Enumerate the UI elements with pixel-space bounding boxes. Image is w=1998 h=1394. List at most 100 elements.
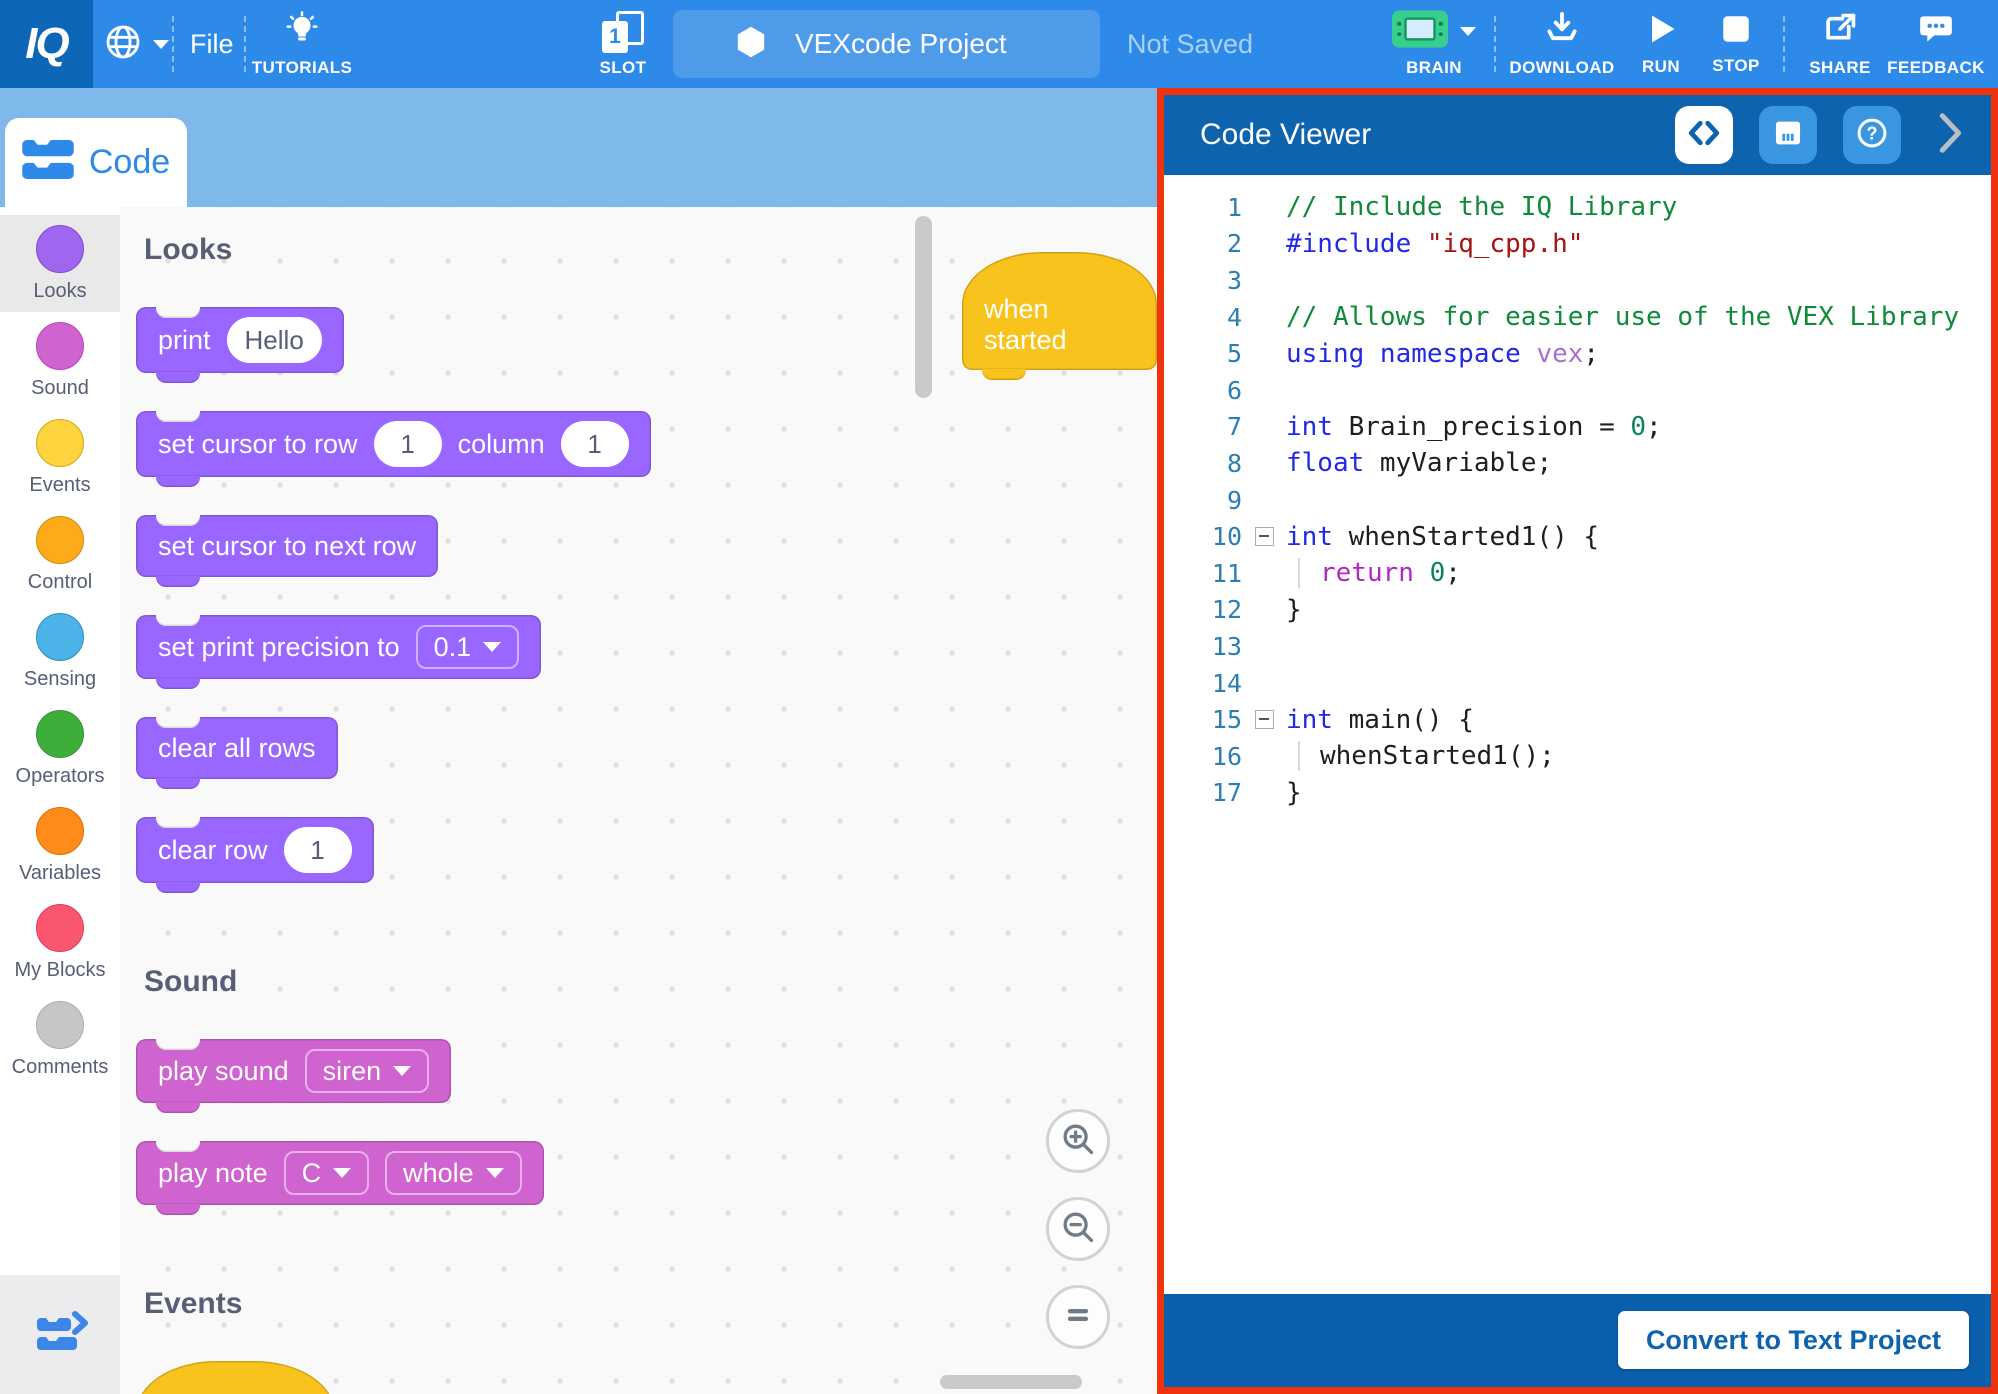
svg-text:?: ? bbox=[1867, 123, 1878, 143]
palette-block-set-cursor-to-row[interactable]: set cursor to row1column1 bbox=[136, 411, 651, 477]
download-icon bbox=[1543, 10, 1581, 53]
sidebar-item-label: Control bbox=[28, 571, 92, 594]
palette-block-when-started[interactable]: when started bbox=[136, 1361, 335, 1394]
indent-guide bbox=[1298, 558, 1300, 588]
comments-category-icon bbox=[36, 1001, 84, 1049]
slot-icon: 1 bbox=[602, 11, 644, 53]
download-button[interactable]: DOWNLOAD bbox=[1506, 0, 1618, 88]
block-dropdown[interactable]: siren bbox=[305, 1049, 430, 1093]
fold-icon[interactable] bbox=[1255, 527, 1274, 546]
caret-down-icon bbox=[483, 642, 501, 652]
stop-icon bbox=[1719, 12, 1753, 51]
block-label: clear all rows bbox=[158, 733, 316, 764]
caret-down-icon bbox=[393, 1066, 411, 1076]
share-button[interactable]: SHARE bbox=[1802, 0, 1878, 88]
code-line: 3 bbox=[1164, 262, 1991, 299]
stop-button[interactable]: STOP bbox=[1702, 0, 1770, 88]
device-icon bbox=[1771, 116, 1805, 155]
brain-selector[interactable]: BRAIN bbox=[1378, 0, 1490, 88]
help-button[interactable]: ? bbox=[1843, 106, 1901, 164]
sidebar-item-label: Looks bbox=[33, 280, 86, 303]
line-number: 6 bbox=[1164, 376, 1242, 405]
block-label: print bbox=[158, 325, 211, 356]
sidebar-item-label: Operators bbox=[16, 765, 105, 788]
block-label: play sound bbox=[158, 1056, 289, 1087]
category-sidebar: Looks Sound Events Control Sensing Operators V… bbox=[0, 207, 120, 1394]
code-line: 11return 0; bbox=[1164, 555, 1991, 592]
palette-block-play-note[interactable]: play noteCwhole bbox=[136, 1141, 544, 1205]
device-code-button[interactable] bbox=[1759, 106, 1817, 164]
code-line: 6 bbox=[1164, 372, 1991, 409]
block-input-oval[interactable]: Hello bbox=[227, 317, 322, 363]
code-line: 2#include "iq_cpp.h" bbox=[1164, 226, 1991, 263]
line-number: 17 bbox=[1164, 778, 1242, 807]
sidebar-item-sensing[interactable]: Sensing bbox=[0, 603, 120, 700]
vexcode-app: IQ File TU bbox=[0, 0, 1998, 1394]
palette-scrollbar[interactable] bbox=[915, 216, 932, 398]
save-status: Not Saved bbox=[1127, 0, 1253, 88]
canvas-when-started-block[interactable]: when started bbox=[962, 252, 1157, 370]
code-line: 5using namespace vex; bbox=[1164, 335, 1991, 372]
code-line: 4// Allows for easier use of the VEX Lib… bbox=[1164, 299, 1991, 336]
block-dropdown[interactable]: whole bbox=[385, 1151, 522, 1195]
palette-toggle-button[interactable] bbox=[0, 1275, 120, 1394]
sidebar-item-control[interactable]: Control bbox=[0, 506, 120, 603]
code-line: 17} bbox=[1164, 775, 1991, 812]
file-menu[interactable]: File bbox=[190, 0, 234, 88]
blocks-icon bbox=[22, 140, 74, 185]
code-viewer-panel: Code Viewer bbox=[1157, 88, 1998, 1394]
sidebar-item-operators[interactable]: Operators bbox=[0, 700, 120, 797]
lightbulb-icon bbox=[283, 10, 321, 53]
palette-block-set-cursor-to-next-row[interactable]: set cursor to next row bbox=[136, 515, 438, 577]
canvas-horizontal-scrollbar[interactable] bbox=[940, 1375, 1082, 1389]
chevron-right-icon bbox=[1926, 107, 1972, 164]
sidebar-item-events[interactable]: Events bbox=[0, 409, 120, 506]
block-dropdown[interactable]: C bbox=[284, 1151, 370, 1195]
block-workspace[interactable]: LooksprintHelloset cursor to row1column1… bbox=[120, 207, 1157, 1394]
caret-down-icon bbox=[153, 40, 169, 49]
sidebar-item-looks[interactable]: Looks bbox=[0, 215, 120, 312]
zoom-in-button[interactable] bbox=[1046, 1109, 1110, 1173]
block-dropdown[interactable]: 0.1 bbox=[416, 625, 520, 669]
caret-down-icon bbox=[486, 1168, 504, 1178]
code-view-toggle-button[interactable] bbox=[1675, 106, 1733, 164]
fold-icon[interactable] bbox=[1255, 710, 1274, 729]
feedback-button[interactable]: FEEDBACK bbox=[1884, 0, 1988, 88]
zoom-out-button[interactable] bbox=[1046, 1197, 1110, 1261]
globe-icon bbox=[103, 22, 143, 67]
block-input-oval[interactable]: 1 bbox=[374, 421, 442, 467]
line-number: 11 bbox=[1164, 559, 1242, 588]
block-palette: LooksprintHelloset cursor to row1column1… bbox=[136, 207, 976, 1394]
block-input-oval[interactable]: 1 bbox=[284, 827, 352, 873]
collapse-panel-button[interactable] bbox=[1927, 106, 1971, 164]
slot-button[interactable]: 1 SLOT bbox=[580, 0, 666, 88]
sidebar-item-label: Sound bbox=[31, 377, 89, 400]
sidebar-item-my-blocks[interactable]: My Blocks bbox=[0, 894, 120, 991]
run-button[interactable]: RUN bbox=[1630, 0, 1692, 88]
palette-block-clear-all-rows[interactable]: clear all rows bbox=[136, 717, 338, 779]
project-name-button[interactable]: VEXcode Project bbox=[673, 10, 1100, 78]
code-brackets-icon bbox=[1686, 115, 1722, 156]
sidebar-item-variables[interactable]: Variables bbox=[0, 797, 120, 894]
sidebar-item-sound[interactable]: Sound bbox=[0, 312, 120, 409]
sound-category-icon bbox=[36, 322, 84, 370]
tab-code[interactable]: Code bbox=[5, 118, 187, 207]
zoom-reset-button[interactable] bbox=[1046, 1285, 1110, 1349]
block-input-oval[interactable]: 1 bbox=[561, 421, 629, 467]
palette-block-play-sound[interactable]: play sound siren bbox=[136, 1039, 451, 1103]
palette-block-print[interactable]: print Hello bbox=[136, 307, 344, 373]
language-selector[interactable] bbox=[103, 0, 169, 88]
caret-down-icon bbox=[1460, 27, 1476, 36]
palette-section-title-events: Events bbox=[144, 1287, 242, 1321]
sidebar-item-comments[interactable]: Comments bbox=[0, 991, 120, 1088]
convert-to-text-button[interactable]: Convert to Text Project bbox=[1618, 1311, 1969, 1369]
tutorials-button[interactable]: TUTORIALS bbox=[252, 0, 352, 88]
tab-code-label: Code bbox=[89, 143, 170, 182]
sidebar-item-label: My Blocks bbox=[14, 959, 105, 982]
code-editor[interactable]: 1// Include the IQ Library2#include "iq_… bbox=[1164, 175, 1991, 1294]
line-number: 16 bbox=[1164, 742, 1242, 771]
palette-block-set-print-precision-to[interactable]: set print precision to0.1 bbox=[136, 615, 541, 679]
line-number: 15 bbox=[1164, 705, 1242, 734]
line-number: 3 bbox=[1164, 266, 1242, 295]
palette-block-clear-row[interactable]: clear row1 bbox=[136, 817, 374, 883]
